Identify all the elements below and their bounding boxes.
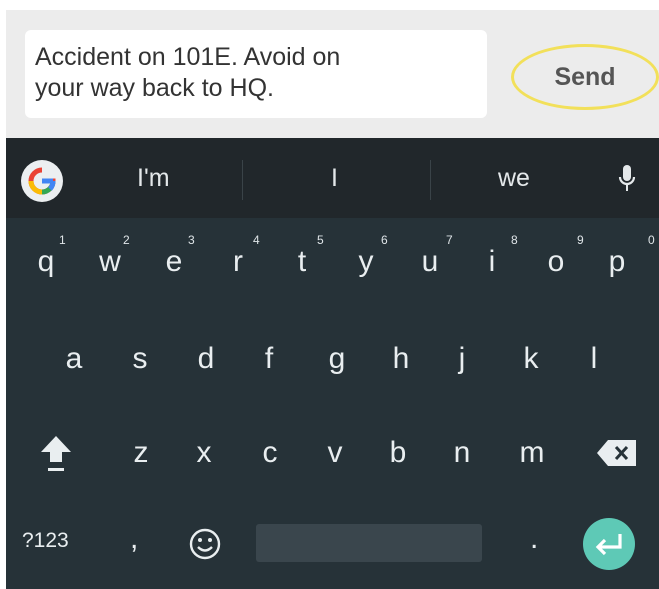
key-p-hint: 0 — [648, 233, 655, 247]
key-b[interactable]: b — [378, 436, 418, 470]
key-h[interactable]: h — [381, 342, 421, 376]
google-logo-icon[interactable] — [21, 160, 63, 202]
key-q-hint: 1 — [59, 233, 66, 247]
suggestion-divider — [430, 160, 431, 200]
mic-icon[interactable] — [618, 163, 636, 195]
key-u-hint: 7 — [446, 233, 453, 247]
key-n[interactable]: n — [442, 436, 482, 470]
key-p[interactable]: p — [597, 245, 637, 279]
key-y[interactable]: y — [346, 245, 386, 279]
comma-key[interactable]: , — [130, 522, 138, 556]
suggestion-divider — [242, 160, 243, 200]
spacebar[interactable] — [256, 524, 482, 562]
period-key[interactable]: . — [530, 522, 538, 556]
key-q[interactable]: q — [26, 245, 66, 279]
key-f[interactable]: f — [249, 342, 289, 376]
key-d[interactable]: d — [186, 342, 226, 376]
emoji-icon[interactable] — [188, 527, 222, 561]
key-o[interactable]: o — [536, 245, 576, 279]
compose-bar: Accident on 101E. Avoid on your way back… — [6, 10, 659, 138]
key-e[interactable]: e — [154, 245, 194, 279]
key-m[interactable]: m — [512, 436, 552, 470]
key-a[interactable]: a — [54, 342, 94, 376]
send-button[interactable]: Send — [511, 44, 659, 110]
suggestion-3[interactable]: we — [498, 164, 530, 193]
key-w-hint: 2 — [123, 233, 130, 247]
key-o-hint: 9 — [577, 233, 584, 247]
key-e-hint: 3 — [188, 233, 195, 247]
enter-icon — [595, 534, 622, 556]
symbols-key[interactable]: ?123 — [22, 529, 69, 553]
key-s[interactable]: s — [120, 342, 160, 376]
suggestion-2[interactable]: I — [331, 164, 338, 193]
message-input[interactable]: Accident on 101E. Avoid on your way back… — [25, 30, 487, 118]
key-g[interactable]: g — [317, 342, 357, 376]
send-label: Send — [554, 62, 616, 91]
key-r[interactable]: r — [218, 245, 258, 279]
suggestion-1[interactable]: I'm — [137, 164, 170, 193]
message-text-line-2: your way back to HQ. — [35, 74, 274, 102]
key-i-hint: 8 — [511, 233, 518, 247]
suggestion-strip: I'm I we — [6, 138, 659, 218]
key-v[interactable]: v — [315, 436, 355, 470]
key-t-hint: 5 — [317, 233, 324, 247]
key-x[interactable]: x — [184, 436, 224, 470]
message-text-line-1: Accident on 101E. Avoid on — [35, 43, 341, 71]
key-t[interactable]: t — [282, 245, 322, 279]
key-k[interactable]: k — [511, 342, 551, 376]
key-z[interactable]: z — [121, 436, 161, 470]
keyboard: I'm I we q 1 w 2 e 3 r 4 t 5 y 6 u 7 i 8… — [6, 138, 659, 589]
enter-button[interactable] — [583, 518, 635, 570]
key-u[interactable]: u — [410, 245, 450, 279]
key-l[interactable]: l — [574, 342, 614, 376]
key-w[interactable]: w — [90, 245, 130, 279]
backspace-icon[interactable] — [596, 438, 638, 468]
key-c[interactable]: c — [250, 436, 290, 470]
key-r-hint: 4 — [253, 233, 260, 247]
shift-icon[interactable] — [39, 434, 73, 476]
key-j[interactable]: j — [442, 342, 482, 376]
key-i[interactable]: i — [472, 245, 512, 279]
key-y-hint: 6 — [381, 233, 388, 247]
